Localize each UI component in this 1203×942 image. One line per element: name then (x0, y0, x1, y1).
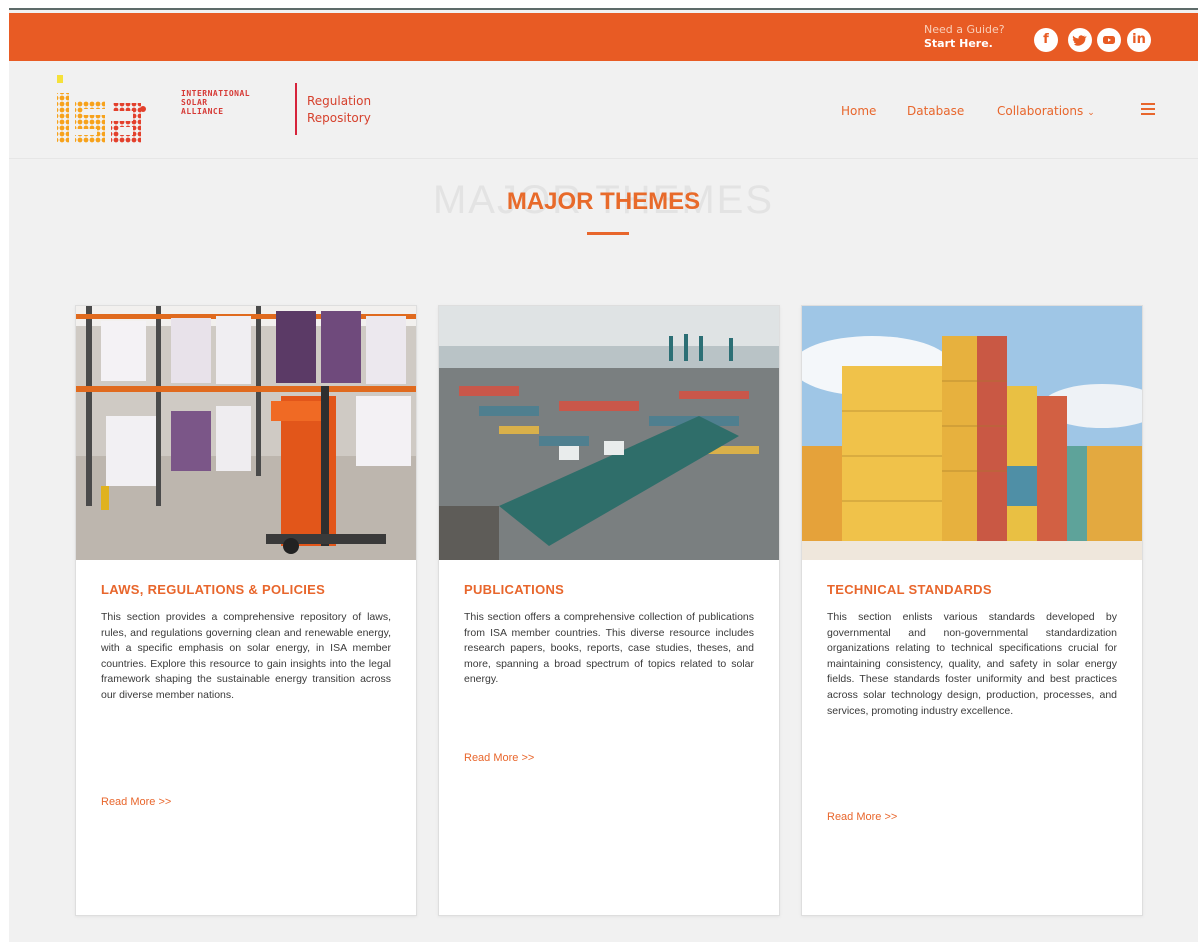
theme-card-publications[interactable]: PUBLICATIONS This section offers a compr… (438, 305, 780, 916)
subtitle-line2: Repository (307, 111, 371, 125)
facebook-icon[interactable]: f (1034, 28, 1058, 52)
card-title: TECHNICAL STANDARDS (827, 582, 992, 597)
logo-word-alliance: ALLIANCE (181, 107, 224, 116)
page: Need a Guide? Start Here. f in INTERNATI… (9, 10, 1198, 942)
logo-wordmark: INTERNATIONAL SOLAR ALLIANCE (181, 89, 250, 116)
nav-collaborations-label: Collaborations (997, 104, 1084, 118)
read-more-link[interactable]: Read More >> (101, 796, 171, 808)
theme-card-laws[interactable]: LAWS, REGULATIONS & POLICIES This sectio… (75, 305, 417, 916)
card-description: This section provides a comprehensive re… (101, 611, 391, 701)
guide-prompt: Need a Guide? (924, 23, 1005, 36)
warehouse-image (76, 306, 416, 560)
logo-divider (295, 83, 297, 135)
title-underline (587, 232, 629, 235)
site-header: INTERNATIONAL SOLAR ALLIANCE Regulation … (9, 61, 1198, 159)
card-description: This section offers a comprehensive coll… (464, 611, 754, 686)
nav-database[interactable]: Database (907, 104, 964, 118)
theme-card-technical-standards[interactable]: TECHNICAL STANDARDS This section enlists… (801, 305, 1143, 916)
containers-image (802, 306, 1142, 560)
read-more-link[interactable]: Read More >> (827, 811, 897, 823)
nav-home[interactable]: Home (841, 104, 876, 118)
chevron-down-icon: ⌄ (1087, 108, 1095, 118)
card-description: This section enlists various standards d… (827, 611, 1117, 717)
site-subtitle: Regulation Repository (307, 93, 371, 127)
card-title: LAWS, REGULATIONS & POLICIES (101, 582, 326, 597)
section-title: MAJOR THEMES (506, 188, 701, 215)
top-bar: Need a Guide? Start Here. f in (9, 13, 1198, 61)
port-image (439, 306, 779, 560)
youtube-icon[interactable] (1097, 28, 1121, 52)
guide-link[interactable]: Need a Guide? Start Here. (924, 23, 1005, 51)
linkedin-icon[interactable]: in (1127, 28, 1151, 52)
isa-logo[interactable] (53, 71, 183, 151)
subtitle-line1: Regulation (307, 94, 372, 108)
card-title: PUBLICATIONS (464, 582, 565, 597)
menu-icon[interactable] (1141, 103, 1155, 115)
read-more-link[interactable]: Read More >> (464, 752, 534, 764)
logo-word-international: INTERNATIONAL (181, 89, 251, 98)
twitter-icon[interactable] (1068, 28, 1092, 52)
start-here-link[interactable]: Start Here. (924, 37, 1005, 51)
nav-collaborations[interactable]: Collaborations ⌄ (997, 104, 1095, 118)
logo-word-solar: SOLAR (181, 98, 208, 107)
